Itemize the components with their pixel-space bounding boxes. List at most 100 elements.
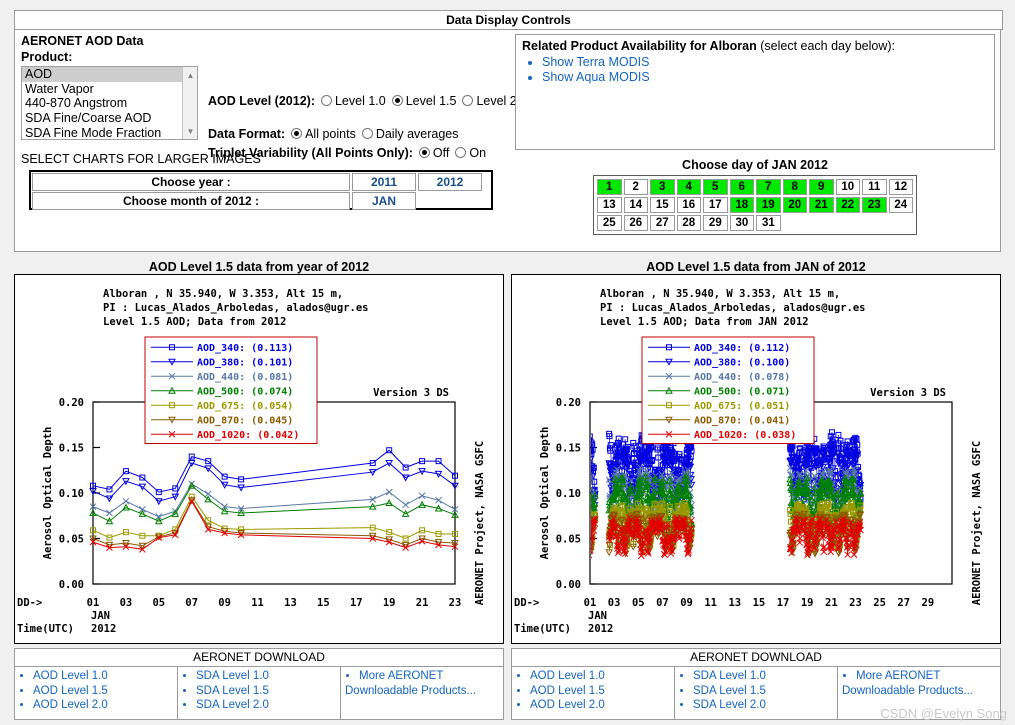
chart-1-svg: 0.00 0.05 0.10 0.15 0.20 Aerosol Optical Dept… <box>17 288 486 635</box>
month-button-jan[interactable]: JAN <box>352 192 416 210</box>
svg-text:Aerosol Optical Depth: Aerosol Optical Depth <box>539 427 551 560</box>
calendar-day-12[interactable]: 12 <box>888 179 913 195</box>
link-aod-level-2-0[interactable]: AOD Level 2.0 <box>33 698 177 713</box>
calendar-day-18[interactable]: 18 <box>729 197 754 213</box>
calendar-day-14[interactable]: 14 <box>623 197 648 213</box>
radio-label-all-points[interactable]: All points <box>305 127 356 141</box>
radio-all-points[interactable] <box>291 128 303 139</box>
chart-1-plot[interactable]: 0.00 0.05 0.10 0.15 0.20 Aerosol Optical Dept… <box>14 274 504 644</box>
svg-text:03: 03 <box>120 597 133 609</box>
calendar-day-22[interactable]: 22 <box>835 197 860 213</box>
related-products-title: Related Product Availability for Alboran… <box>522 39 988 53</box>
calendar-day-26[interactable]: 26 <box>623 215 649 231</box>
svg-text:Version 3 DS: Version 3 DS <box>870 387 946 399</box>
calendar-empty-cell <box>783 215 807 231</box>
link-show-terra-modis[interactable]: Show Terra MODIS <box>542 55 988 70</box>
calendar-day-10[interactable]: 10 <box>835 179 860 195</box>
product-option-sda-fine-coarse[interactable]: SDA Fine/Coarse AOD <box>22 111 197 126</box>
link-sda-level-1-5-right[interactable]: SDA Level 1.5 <box>693 684 837 699</box>
link-more-aeronet[interactable]: More AERONET <box>359 669 503 684</box>
radio-aod-level-1-5[interactable] <box>391 95 403 106</box>
calendar-day-25[interactable]: 25 <box>597 215 622 231</box>
radio-triplet-off[interactable] <box>418 147 430 158</box>
product-listbox-scrollbar[interactable]: ▲ ▼ <box>182 67 197 139</box>
svg-text:AOD_380: (0.101): AOD_380: (0.101) <box>197 357 293 368</box>
calendar-day-29[interactable]: 29 <box>703 215 728 231</box>
link-aod-level-1-5[interactable]: AOD Level 1.5 <box>33 684 177 699</box>
calendar-day-6[interactable]: 6 <box>729 179 754 195</box>
calendar-day-11[interactable]: 11 <box>862 179 887 195</box>
calendar-day-2[interactable]: 2 <box>623 179 648 195</box>
link-sda-level-1-0[interactable]: SDA Level 1.0 <box>196 669 340 684</box>
link-sda-level-1-5[interactable]: SDA Level 1.5 <box>196 684 340 699</box>
download-panel-left: AERONET DOWNLOAD AOD Level 1.0 AOD Level… <box>14 648 504 720</box>
link-sda-level-2-0[interactable]: SDA Level 2.0 <box>196 698 340 713</box>
radio-aod-level-1-0[interactable] <box>320 95 332 106</box>
link-more-aeronet-rest[interactable]: Downloadable Products... <box>341 684 503 699</box>
calendar-day-30[interactable]: 30 <box>729 215 755 231</box>
calendar-day-15[interactable]: 15 <box>650 197 675 213</box>
radio-label-triplet-on[interactable]: On <box>469 146 486 160</box>
calendar-day-9[interactable]: 9 <box>809 179 834 195</box>
select-charts-table: Choose year : 2011 2012 Choose month of … <box>29 170 493 210</box>
calendar-day-13[interactable]: 13 <box>597 197 622 213</box>
radio-aod-level-2-0[interactable] <box>462 95 474 106</box>
svg-text:AOD_340: (0.112): AOD_340: (0.112) <box>694 343 790 354</box>
calendar-day-3[interactable]: 3 <box>650 179 675 195</box>
calendar-day-17[interactable]: 17 <box>703 197 728 213</box>
svg-text:25: 25 <box>873 597 886 609</box>
calendar-day-31[interactable]: 31 <box>756 215 781 231</box>
svg-text:17: 17 <box>350 597 363 609</box>
calendar-day-5[interactable]: 5 <box>703 179 728 195</box>
calendar-day-23[interactable]: 23 <box>862 197 887 213</box>
svg-text:13: 13 <box>284 597 297 609</box>
chart-2-plot[interactable]: 0.00 0.05 0.10 0.15 0.20 Aerosol Optical Dept… <box>511 274 1001 644</box>
calendar-day-20[interactable]: 20 <box>782 197 807 213</box>
calendar-day-4[interactable]: 4 <box>676 179 701 195</box>
product-option-aod[interactable]: AOD <box>22 67 197 82</box>
calendar-day-24[interactable]: 24 <box>888 197 913 213</box>
product-option-sda-fine-mode[interactable]: SDA Fine Mode Fraction <box>22 126 197 139</box>
product-option-water-vapor[interactable]: Water Vapor <box>22 82 197 97</box>
radio-label-aod-level-1-0[interactable]: Level 1.0 <box>335 94 386 108</box>
link-more-aeronet-rest-right[interactable]: Downloadable Products... <box>838 684 1000 699</box>
svg-text:19: 19 <box>383 597 396 609</box>
calendar-day-8[interactable]: 8 <box>782 179 807 195</box>
calendar-day-1[interactable]: 1 <box>597 179 622 195</box>
calendar-day-19[interactable]: 19 <box>756 197 781 213</box>
aod-level-radio-group: AOD Level (2012): Level 1.0 Level 1.5 Level… <box>208 92 527 110</box>
calendar-day-28[interactable]: 28 <box>676 215 702 231</box>
svg-text:13: 13 <box>728 597 741 609</box>
calendar-day-27[interactable]: 27 <box>650 215 675 231</box>
svg-text:AOD_500: (0.074): AOD_500: (0.074) <box>197 386 293 397</box>
radio-daily-averages[interactable] <box>361 128 373 139</box>
calendar-day-7[interactable]: 7 <box>756 179 781 195</box>
calendar-day-21[interactable]: 21 <box>809 197 834 213</box>
product-option-angstrom[interactable]: 440-870 Angstrom <box>22 96 197 111</box>
svg-text:AOD_500: (0.071): AOD_500: (0.071) <box>694 386 790 397</box>
radio-label-daily-averages[interactable]: Daily averages <box>376 127 459 141</box>
select-charts-heading: SELECT CHARTS FOR LARGER IMAGES <box>21 152 261 166</box>
scroll-down-icon[interactable]: ▼ <box>183 124 197 138</box>
link-aod-level-1-0[interactable]: AOD Level 1.0 <box>33 669 177 684</box>
svg-text:15: 15 <box>753 597 766 609</box>
radio-label-triplet-off[interactable]: Off <box>433 146 449 160</box>
link-sda-level-2-0-right[interactable]: SDA Level 2.0 <box>693 698 837 713</box>
download-heading-left: AERONET DOWNLOAD <box>15 649 503 667</box>
scroll-up-icon[interactable]: ▲ <box>183 68 197 82</box>
link-aod-level-1-0-right[interactable]: AOD Level 1.0 <box>530 669 674 684</box>
link-show-aqua-modis[interactable]: Show Aqua MODIS <box>542 70 988 85</box>
link-aod-level-2-0-right[interactable]: AOD Level 2.0 <box>530 698 674 713</box>
year-button-2011[interactable]: 2011 <box>352 173 416 191</box>
year-button-2012[interactable]: 2012 <box>418 173 482 191</box>
svg-text:AOD_440: (0.078): AOD_440: (0.078) <box>694 372 790 383</box>
link-sda-level-1-0-right[interactable]: SDA Level 1.0 <box>693 669 837 684</box>
radio-triplet-on[interactable] <box>455 147 467 158</box>
calendar-grid: 1 2 3 4 5 6 7 8 9 10 11 12 13 14 15 16 17 18 19 20 21 22 23 24 2… <box>593 175 917 235</box>
link-more-aeronet-right[interactable]: More AERONET <box>856 669 1000 684</box>
svg-text:17: 17 <box>777 597 790 609</box>
radio-label-aod-level-1-5[interactable]: Level 1.5 <box>406 94 457 108</box>
link-aod-level-1-5-right[interactable]: AOD Level 1.5 <box>530 684 674 699</box>
product-listbox[interactable]: AOD Water Vapor 440-870 Angstrom SDA Fin… <box>21 66 198 140</box>
calendar-day-16[interactable]: 16 <box>676 197 701 213</box>
